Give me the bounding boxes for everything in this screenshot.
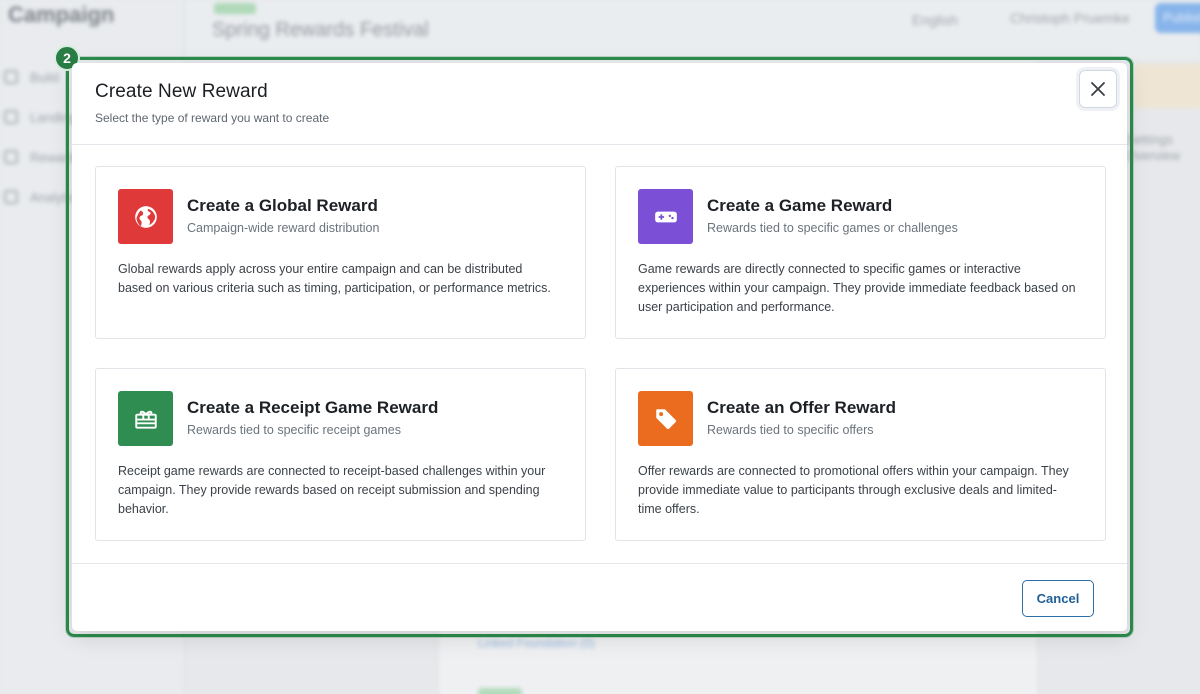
dialog-footer: Cancel bbox=[72, 563, 1127, 631]
global-reward-subtitle: Campaign-wide reward distribution bbox=[187, 221, 380, 235]
game-reward-card[interactable]: Create a Game Reward Rewards tied to spe… bbox=[615, 166, 1106, 339]
receipt-game-reward-description: Receipt game rewards are connected to re… bbox=[118, 464, 546, 516]
tag-icon bbox=[655, 408, 676, 429]
receipt-game-reward-subtitle: Rewards tied to specific receipt games bbox=[187, 423, 401, 437]
offer-reward-subtitle: Rewards tied to specific offers bbox=[707, 423, 874, 437]
global-reward-card[interactable]: Create a Global Reward Campaign-wide rew… bbox=[95, 166, 586, 339]
global-reward-title: Create a Global Reward bbox=[187, 196, 378, 215]
gamepad-icon bbox=[654, 211, 677, 222]
close-icon bbox=[1091, 82, 1105, 96]
cancel-button[interactable]: Cancel bbox=[1022, 580, 1094, 617]
game-reward-subtitle: Rewards tied to specific games or challe… bbox=[707, 221, 958, 235]
offer-reward-card[interactable]: Create an Offer Reward Rewards tied to s… bbox=[615, 368, 1106, 541]
game-reward-description: Game rewards are directly connected to s… bbox=[638, 262, 1076, 314]
receipt-gift-icon bbox=[134, 410, 157, 429]
global-reward-icon-box bbox=[118, 189, 173, 244]
offer-reward-description: Offer rewards are connected to promotion… bbox=[638, 464, 1069, 516]
game-reward-icon-box bbox=[638, 189, 693, 244]
game-reward-title: Create a Game Reward bbox=[707, 196, 893, 215]
dialog-title: Create New Reward bbox=[95, 81, 268, 102]
dialog-header: Create New Reward Select the type of rew… bbox=[72, 63, 1127, 145]
receipt-game-reward-icon-box bbox=[118, 391, 173, 446]
global-reward-description: Global rewards apply across your entire … bbox=[118, 262, 551, 295]
receipt-game-reward-card[interactable]: Create a Receipt Game Reward Rewards tie… bbox=[95, 368, 586, 541]
create-reward-dialog: Create New Reward Select the type of rew… bbox=[72, 63, 1127, 631]
offer-reward-icon-box bbox=[638, 391, 693, 446]
globe-icon bbox=[134, 205, 157, 228]
receipt-game-reward-title: Create a Receipt Game Reward bbox=[187, 398, 439, 417]
offer-reward-title: Create an Offer Reward bbox=[707, 398, 896, 417]
dialog-subtitle: Select the type of reward you want to cr… bbox=[95, 111, 330, 125]
close-button[interactable] bbox=[1079, 70, 1117, 108]
